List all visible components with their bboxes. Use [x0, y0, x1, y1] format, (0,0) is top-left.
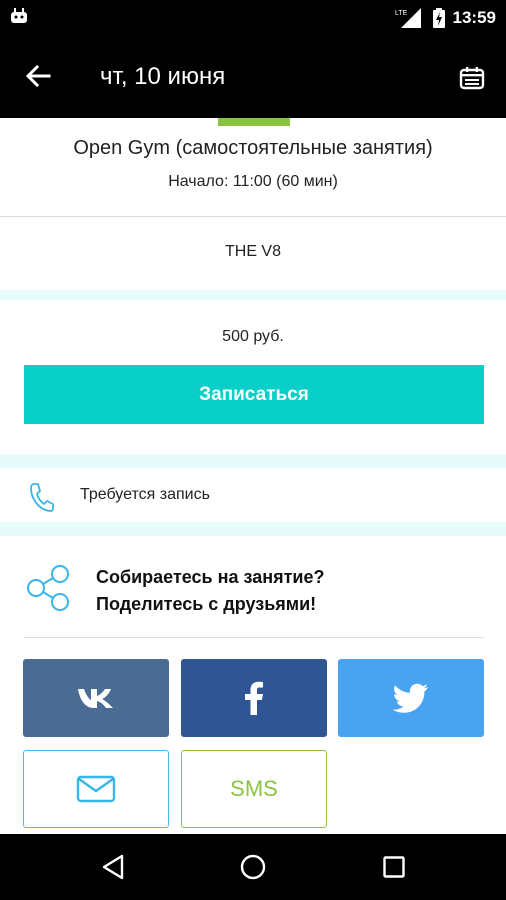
- system-nav-bar: [0, 834, 506, 900]
- divider: [0, 216, 506, 217]
- share-prompt: Собираетесь на занятие? Поделитесь с дру…: [96, 564, 325, 618]
- share-icon: [27, 565, 69, 611]
- share-sms-button[interactable]: SMS: [181, 750, 327, 828]
- status-time: 13:59: [452, 8, 496, 27]
- android-icon: [11, 8, 27, 23]
- twitter-icon: [393, 683, 428, 713]
- event-start-time: Начало: 11:00 (60 мин): [168, 173, 338, 190]
- phone-icon: [30, 483, 54, 512]
- phone-row: [0, 468, 506, 522]
- share-vk-button[interactable]: [23, 659, 169, 737]
- square-recents-icon: [383, 856, 405, 878]
- event-name: Open Gym (самостоятельные занятия): [73, 137, 433, 159]
- circle-home-icon: [240, 854, 266, 880]
- venue-name: THE V8: [224, 243, 281, 260]
- nav-home-button[interactable]: [233, 847, 273, 887]
- status-right: LTE 13:59: [395, 0, 496, 36]
- price: 500 руб.: [222, 328, 284, 345]
- triangle-back-icon: [102, 854, 124, 880]
- arrow-left-icon: [25, 64, 51, 88]
- share-line-2: Поделитесь с друзьями!: [96, 594, 317, 614]
- signup-button[interactable]: Записаться: [24, 365, 484, 424]
- facebook-icon: [245, 681, 263, 715]
- calendar-icon: [459, 67, 485, 90]
- phone-required-text: Требуется запись: [80, 486, 210, 503]
- content-area[interactable]: Open Gym (самостоятельные занятия) Начал…: [0, 118, 506, 834]
- share-email-button[interactable]: [23, 750, 169, 828]
- nav-back-button[interactable]: [93, 847, 133, 887]
- app-bar: чт, 10 июня: [0, 36, 506, 118]
- event-card: Open Gym (самостоятельные занятия) Начал…: [0, 118, 506, 290]
- mail-icon: [76, 775, 116, 803]
- status-bar: LTE 13:59: [0, 0, 506, 36]
- back-button[interactable]: [14, 56, 62, 96]
- page-title: чт, 10 июня: [100, 63, 226, 90]
- share-line-1: Собираетесь на занятие?: [96, 567, 325, 587]
- nav-recents-button[interactable]: [374, 847, 414, 887]
- active-indicator: [218, 118, 290, 126]
- vk-icon: [78, 689, 113, 708]
- share-divider: [24, 637, 484, 638]
- battery-icon: [432, 8, 445, 28]
- network-type: LTE: [395, 10, 408, 17]
- share-twitter-button[interactable]: [338, 659, 484, 737]
- calendar-button[interactable]: [452, 58, 492, 98]
- signal-icon: LTE: [395, 8, 421, 28]
- share-facebook-button[interactable]: [181, 659, 327, 737]
